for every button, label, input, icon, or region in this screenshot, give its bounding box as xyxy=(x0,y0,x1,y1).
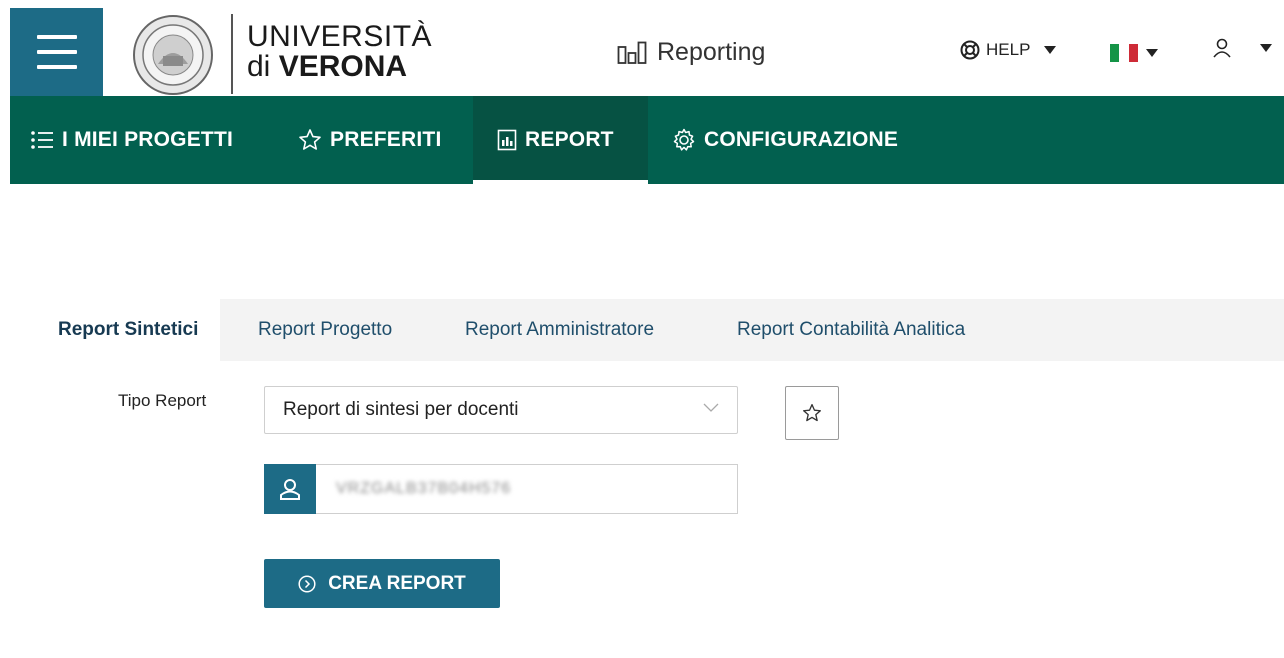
nav-label: I MIEI PROGETTI xyxy=(62,128,234,151)
tab-label: Report Progetto xyxy=(258,319,393,340)
star-icon xyxy=(299,129,321,150)
language-menu[interactable] xyxy=(1110,44,1158,62)
help-label: HELP xyxy=(986,40,1031,59)
report-tabs: Report Sintetici Report Progetto Report … xyxy=(30,299,1284,361)
tipo-report-value: Report di sintesi per docenti xyxy=(283,399,519,420)
star-icon xyxy=(803,404,821,422)
tab-label: Report Sintetici xyxy=(58,319,199,340)
logo-bold: VERONA xyxy=(278,50,408,83)
report-card: Report Sintetici Report Progetto Report … xyxy=(30,299,1284,631)
logo-line1: UNIVERSITÀ xyxy=(247,20,433,53)
user-icon xyxy=(280,479,300,500)
page: UNIVERSITÀ di VERONA Reporting HELP I MI… xyxy=(0,0,1284,658)
logo-divider xyxy=(231,14,233,94)
tipo-report-select[interactable]: Report di sintesi per docenti xyxy=(264,386,738,434)
user-addon xyxy=(264,464,316,514)
user-icon xyxy=(1213,38,1231,58)
tab-report-contabilita-analitica[interactable]: Report Contabilità Analitica xyxy=(737,299,965,361)
tab-report-amministratore[interactable]: Report Amministratore xyxy=(465,299,654,361)
tab-label: Report Contabilità Analitica xyxy=(737,319,966,340)
university-logo: UNIVERSITÀ di VERONA xyxy=(247,22,432,82)
report-form-panel: Tipo Report Report di sintesi per docent… xyxy=(30,361,1284,631)
chart-bars-icon xyxy=(617,41,647,64)
menu-bar xyxy=(36,35,77,39)
chevron-down-icon xyxy=(1260,44,1272,52)
add-favorite-button[interactable] xyxy=(785,386,839,440)
top-header: UNIVERSITÀ di VERONA Reporting HELP xyxy=(0,0,1284,96)
nav-item-preferiti[interactable]: PREFERITI xyxy=(298,96,441,184)
hamburger-menu-button[interactable] xyxy=(10,8,103,96)
nav-label: PREFERITI xyxy=(330,128,442,151)
circle-arrow-right-icon xyxy=(298,574,316,593)
user-menu[interactable] xyxy=(1212,38,1272,58)
menu-bar xyxy=(36,50,77,54)
app-title-text: Reporting xyxy=(657,38,766,66)
logo-line2: di VERONA xyxy=(247,52,432,82)
user-code-value: VRZGALB37B04H576 xyxy=(336,480,512,497)
nav-item-report[interactable]: REPORT xyxy=(473,96,648,184)
tab-label: Report Amministratore xyxy=(465,319,655,340)
tab-report-progetto[interactable]: Report Progetto xyxy=(258,299,392,361)
chevron-down-icon xyxy=(703,403,719,412)
tab-report-sintetici[interactable]: Report Sintetici xyxy=(30,299,221,361)
logo-prefix: di xyxy=(247,50,271,83)
crea-report-button[interactable]: CREA REPORT xyxy=(264,559,500,608)
chevron-down-icon xyxy=(1146,49,1158,57)
user-search-group: VRZGALB37B04H576 xyxy=(264,464,738,514)
menu-bar xyxy=(36,65,77,69)
nav-item-miei-progetti[interactable]: I MIEI PROGETTI xyxy=(30,96,233,184)
it-flag-icon xyxy=(1110,44,1138,62)
app-title: Reporting xyxy=(617,38,765,67)
report-icon xyxy=(497,129,517,151)
chevron-down-icon xyxy=(1044,46,1057,54)
user-code-field[interactable]: VRZGALB37B04H576 xyxy=(316,464,738,514)
gear-icon xyxy=(673,128,695,151)
university-seal-icon xyxy=(133,15,213,95)
tipo-report-label: Tipo Report xyxy=(118,391,207,410)
nav-label: CONFIGURAZIONE xyxy=(704,128,899,151)
nav-item-configurazione[interactable]: CONFIGURAZIONE xyxy=(672,96,898,184)
lifebuoy-icon xyxy=(960,40,980,60)
main-navbar: I MIEI PROGETTI PREFERITI REPORT CONFIGU… xyxy=(10,96,1284,184)
crea-report-label: CREA REPORT xyxy=(328,572,466,594)
list-icon xyxy=(31,131,53,149)
help-menu[interactable]: HELP xyxy=(960,40,1057,60)
nav-label: REPORT xyxy=(525,128,614,151)
